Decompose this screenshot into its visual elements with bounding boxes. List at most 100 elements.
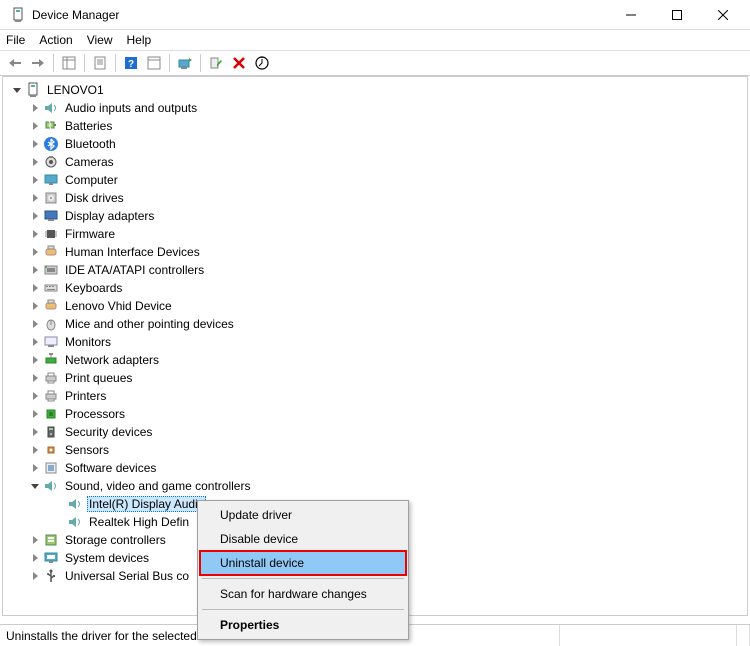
category-disk[interactable]: Disk drives: [11, 189, 747, 207]
category-printer[interactable]: Print queues: [11, 369, 747, 387]
disk-icon: [43, 190, 59, 206]
software-icon: [43, 460, 59, 476]
chip-icon: [43, 226, 59, 242]
expand-arrow-icon[interactable]: [29, 408, 41, 420]
ctx-disable-device[interactable]: Disable device: [200, 527, 406, 551]
ctx-scan-hardware[interactable]: Scan for hardware changes: [200, 582, 406, 606]
category-speaker[interactable]: Audio inputs and outputs: [11, 99, 747, 117]
network-icon: [43, 352, 59, 368]
expand-arrow-icon[interactable]: [29, 336, 41, 348]
category-label: Network adapters: [63, 353, 161, 367]
expand-arrow-icon[interactable]: [29, 354, 41, 366]
expand-arrow-icon[interactable]: [29, 318, 41, 330]
action-button[interactable]: [143, 52, 165, 74]
device-label: Realtek High Defin: [87, 515, 191, 529]
titlebar: Device Manager: [0, 0, 750, 30]
expand-arrow-icon[interactable]: [29, 462, 41, 474]
help-button[interactable]: ?: [120, 52, 142, 74]
show-hide-tree-button[interactable]: [58, 52, 80, 74]
category-hid[interactable]: Lenovo Vhid Device: [11, 297, 747, 315]
forward-button[interactable]: [27, 52, 49, 74]
category-sensor[interactable]: Sensors: [11, 441, 747, 459]
cpu-icon: [43, 406, 59, 422]
category-hid[interactable]: Human Interface Devices: [11, 243, 747, 261]
ctx-properties[interactable]: Properties: [200, 613, 406, 637]
category-sound[interactable]: Sound, video and game controllers: [11, 477, 747, 495]
menu-view[interactable]: View: [87, 33, 113, 47]
expand-arrow-icon[interactable]: [29, 138, 41, 150]
expand-arrow-icon[interactable]: [29, 552, 41, 564]
menu-action[interactable]: Action: [39, 33, 72, 47]
category-bluetooth[interactable]: Bluetooth: [11, 135, 747, 153]
expand-arrow-icon[interactable]: [29, 372, 41, 384]
expand-arrow-icon[interactable]: [29, 480, 41, 492]
expand-arrow-icon[interactable]: [29, 264, 41, 276]
printer-icon: [43, 388, 59, 404]
expand-arrow-icon[interactable]: [29, 228, 41, 240]
context-menu: Update driver Disable device Uninstall d…: [197, 500, 409, 640]
expand-arrow-icon[interactable]: [29, 210, 41, 222]
display-icon: [43, 208, 59, 224]
category-monitor2[interactable]: Monitors: [11, 333, 747, 351]
scan-hardware-button[interactable]: [251, 52, 273, 74]
back-button[interactable]: [4, 52, 26, 74]
keyboard-icon: [43, 280, 59, 296]
expand-arrow-icon[interactable]: [29, 426, 41, 438]
svg-text:?: ?: [128, 59, 134, 70]
ctx-separator: [202, 609, 404, 610]
category-label: Monitors: [63, 335, 113, 349]
enable-button[interactable]: [205, 52, 227, 74]
category-label: IDE ATA/ATAPI controllers: [63, 263, 206, 277]
root-node[interactable]: LENOVO1: [11, 81, 747, 99]
expand-arrow-icon[interactable]: [29, 174, 41, 186]
category-label: Sensors: [63, 443, 111, 457]
ctx-update-driver[interactable]: Update driver: [200, 503, 406, 527]
category-label: Cameras: [63, 155, 116, 169]
ctx-uninstall-device[interactable]: Uninstall device: [200, 551, 406, 575]
category-camera[interactable]: Cameras: [11, 153, 747, 171]
expand-arrow-icon[interactable]: [29, 156, 41, 168]
expand-arrow-icon[interactable]: [29, 282, 41, 294]
close-button[interactable]: [700, 0, 746, 30]
expand-arrow-icon[interactable]: [29, 444, 41, 456]
expand-arrow-icon[interactable]: [29, 300, 41, 312]
expand-arrow-icon[interactable]: [29, 570, 41, 582]
category-display[interactable]: Display adapters: [11, 207, 747, 225]
expand-arrow-icon[interactable]: [29, 534, 41, 546]
uninstall-button[interactable]: [228, 52, 250, 74]
minimize-button[interactable]: [608, 0, 654, 30]
category-cpu[interactable]: Processors: [11, 405, 747, 423]
maximize-button[interactable]: [654, 0, 700, 30]
category-label: Printers: [63, 389, 108, 403]
expand-arrow-icon[interactable]: [29, 102, 41, 114]
bluetooth-icon: [43, 136, 59, 152]
category-software[interactable]: Software devices: [11, 459, 747, 477]
category-keyboard[interactable]: Keyboards: [11, 279, 747, 297]
menu-help[interactable]: Help: [127, 33, 152, 47]
category-network[interactable]: Network adapters: [11, 351, 747, 369]
expand-arrow-icon[interactable]: [29, 192, 41, 204]
category-label: Software devices: [63, 461, 158, 475]
expand-arrow-icon[interactable]: [29, 246, 41, 258]
category-mouse[interactable]: Mice and other pointing devices: [11, 315, 747, 333]
update-driver-button[interactable]: [174, 52, 196, 74]
monitor2-icon: [43, 334, 59, 350]
category-printer[interactable]: Printers: [11, 387, 747, 405]
menu-file[interactable]: File: [6, 33, 25, 47]
expand-arrow-icon[interactable]: [29, 120, 41, 132]
expand-arrow-icon[interactable]: [11, 84, 23, 96]
toolbar: ?: [0, 50, 750, 76]
category-monitor[interactable]: Computer: [11, 171, 747, 189]
speaker-icon: [43, 100, 59, 116]
expand-arrow-icon[interactable]: [29, 390, 41, 402]
menubar: File Action View Help: [0, 30, 750, 50]
category-security[interactable]: Security devices: [11, 423, 747, 441]
properties-button[interactable]: [89, 52, 111, 74]
category-chip[interactable]: Firmware: [11, 225, 747, 243]
category-battery[interactable]: Batteries: [11, 117, 747, 135]
status-cell: [737, 625, 750, 646]
toolbar-separator: [169, 54, 170, 72]
category-label: Security devices: [63, 425, 154, 439]
status-cell: [560, 625, 737, 646]
category-ide[interactable]: IDE ATA/ATAPI controllers: [11, 261, 747, 279]
